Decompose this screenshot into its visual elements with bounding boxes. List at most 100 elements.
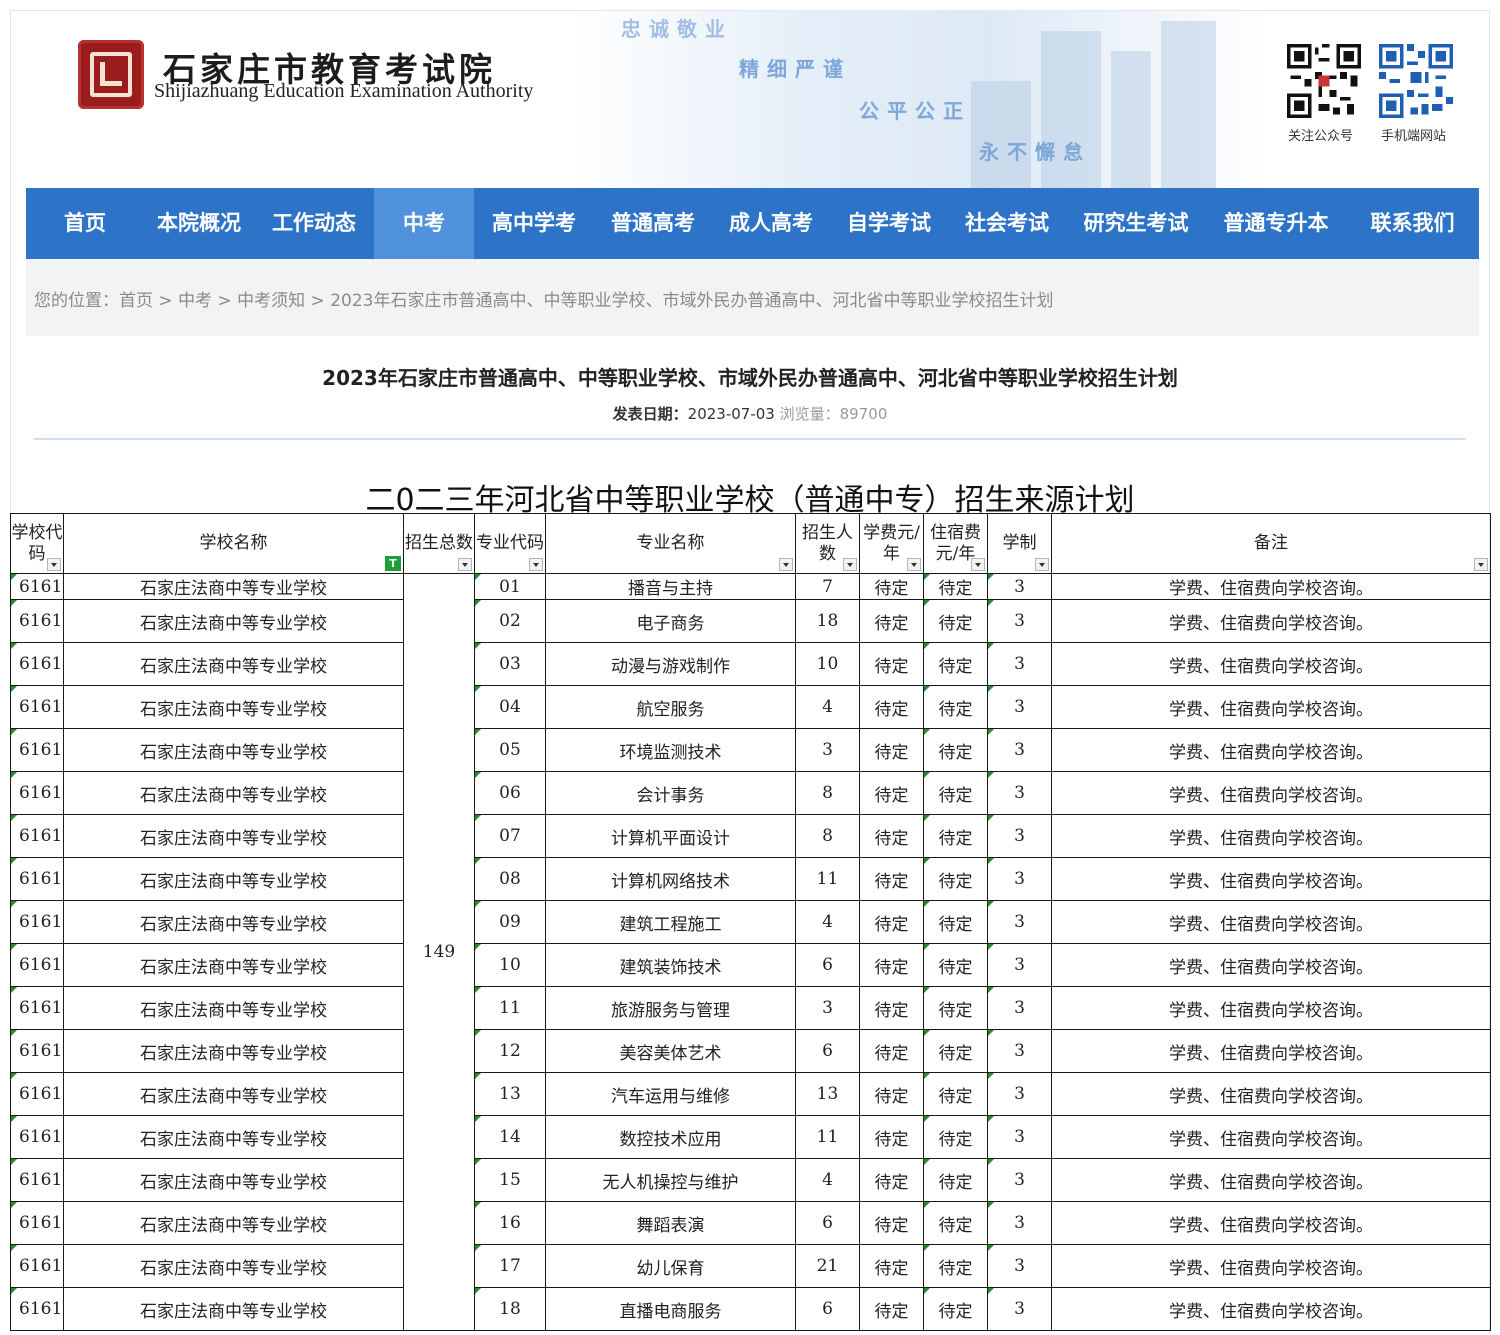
cell-major-code[interactable]: 13: [474, 1072, 546, 1116]
cell-major-name[interactable]: 幼儿保育: [545, 1244, 796, 1288]
cell-school-code[interactable]: 6161: [10, 1115, 64, 1159]
cell-tuition[interactable]: 待定: [859, 1201, 924, 1245]
nav-item-social-exam[interactable]: 社会考试: [948, 188, 1066, 259]
cell-lodging[interactable]: 待定: [923, 599, 988, 643]
cell-school-code[interactable]: 6161: [10, 986, 64, 1030]
cell-major-code[interactable]: 03: [474, 642, 546, 686]
cell-major-code[interactable]: 06: [474, 771, 546, 815]
cell-school-name[interactable]: 石家庄法商中等专业学校: [63, 685, 404, 729]
cell-years[interactable]: 3: [987, 1115, 1052, 1159]
cell-years[interactable]: 3: [987, 943, 1052, 987]
cell-major-code[interactable]: 04: [474, 685, 546, 729]
cell-lodging[interactable]: 待定: [923, 1158, 988, 1202]
cell-school-code[interactable]: 6161: [10, 1029, 64, 1073]
cell-years[interactable]: 3: [987, 814, 1052, 858]
cell-school-name[interactable]: 石家庄法商中等专业学校: [63, 986, 404, 1030]
cell-lodging[interactable]: 待定: [923, 771, 988, 815]
cell-school-code[interactable]: 6161: [10, 771, 64, 815]
breadcrumb-current[interactable]: 2023年石家庄市普通高中、中等职业学校、市域外民办普通高中、河北省中等职业学校…: [330, 291, 1053, 311]
cell-school-code[interactable]: 6161: [10, 1287, 64, 1331]
filter-active-icon[interactable]: T: [385, 556, 401, 571]
cell-major-code[interactable]: 15: [474, 1158, 546, 1202]
cell-tuition[interactable]: 待定: [859, 573, 924, 600]
cell-lodging[interactable]: 待定: [923, 1072, 988, 1116]
nav-item-gaokao[interactable]: 普通高考: [594, 188, 712, 259]
cell-lodging[interactable]: 待定: [923, 1244, 988, 1288]
cell-major-code[interactable]: 08: [474, 857, 546, 901]
cell-count[interactable]: 13: [795, 1072, 860, 1116]
cell-tuition[interactable]: 待定: [859, 1029, 924, 1073]
cell-note[interactable]: 学费、住宿费向学校咨询。: [1051, 814, 1491, 858]
cell-school-name[interactable]: 石家庄法商中等专业学校: [63, 1201, 404, 1245]
cell-count[interactable]: 6: [795, 1287, 860, 1331]
cell-school-code[interactable]: 6161: [10, 728, 64, 772]
cell-school-code[interactable]: 6161: [10, 599, 64, 643]
cell-years[interactable]: 3: [987, 728, 1052, 772]
cell-years[interactable]: 3: [987, 1029, 1052, 1073]
cell-tuition[interactable]: 待定: [859, 642, 924, 686]
nav-item-adult-exam[interactable]: 成人高考: [712, 188, 830, 259]
cell-school-code[interactable]: 6161: [10, 1201, 64, 1245]
cell-note[interactable]: 学费、住宿费向学校咨询。: [1051, 685, 1491, 729]
cell-major-name[interactable]: 电子商务: [545, 599, 796, 643]
cell-count[interactable]: 21: [795, 1244, 860, 1288]
cell-school-code[interactable]: 6161: [10, 1072, 64, 1116]
cell-school-name[interactable]: 石家庄法商中等专业学校: [63, 1029, 404, 1073]
nav-item-graduate[interactable]: 研究生考试: [1066, 188, 1206, 259]
cell-years[interactable]: 3: [987, 642, 1052, 686]
logo-seal-icon[interactable]: [78, 40, 144, 109]
cell-major-code[interactable]: 10: [474, 943, 546, 987]
cell-note[interactable]: 学费、住宿费向学校咨询。: [1051, 1201, 1491, 1245]
filter-dropdown-icon[interactable]: [458, 558, 472, 571]
cell-lodging[interactable]: 待定: [923, 986, 988, 1030]
cell-note[interactable]: 学费、住宿费向学校咨询。: [1051, 986, 1491, 1030]
cell-count[interactable]: 4: [795, 1158, 860, 1202]
cell-major-name[interactable]: 汽车运用与维修: [545, 1072, 796, 1116]
cell-tuition[interactable]: 待定: [859, 1072, 924, 1116]
cell-tuition[interactable]: 待定: [859, 1287, 924, 1331]
cell-school-name[interactable]: 石家庄法商中等专业学校: [63, 599, 404, 643]
cell-total[interactable]: 149: [403, 573, 475, 1331]
cell-major-name[interactable]: 计算机网络技术: [545, 857, 796, 901]
cell-school-name[interactable]: 石家庄法商中等专业学校: [63, 814, 404, 858]
cell-tuition[interactable]: 待定: [859, 599, 924, 643]
cell-tuition[interactable]: 待定: [859, 943, 924, 987]
cell-tuition[interactable]: 待定: [859, 771, 924, 815]
cell-tuition[interactable]: 待定: [859, 900, 924, 944]
cell-major-name[interactable]: 航空服务: [545, 685, 796, 729]
nav-item-about[interactable]: 本院概况: [144, 188, 254, 259]
nav-item-zhongkao[interactable]: 中考: [374, 188, 474, 259]
cell-years[interactable]: 3: [987, 599, 1052, 643]
cell-major-code[interactable]: 01: [474, 573, 546, 600]
cell-note[interactable]: 学费、住宿费向学校咨询。: [1051, 1244, 1491, 1288]
cell-tuition[interactable]: 待定: [859, 1115, 924, 1159]
filter-dropdown-icon[interactable]: [971, 558, 985, 571]
cell-lodging[interactable]: 待定: [923, 573, 988, 600]
cell-school-name[interactable]: 石家庄法商中等专业学校: [63, 900, 404, 944]
cell-note[interactable]: 学费、住宿费向学校咨询。: [1051, 642, 1491, 686]
cell-major-code[interactable]: 07: [474, 814, 546, 858]
cell-years[interactable]: 3: [987, 685, 1052, 729]
cell-school-code[interactable]: 6161: [10, 900, 64, 944]
cell-note[interactable]: 学费、住宿费向学校咨询。: [1051, 1287, 1491, 1331]
filter-dropdown-icon[interactable]: [779, 558, 793, 571]
nav-item-self-study[interactable]: 自学考试: [830, 188, 948, 259]
cell-major-name[interactable]: 动漫与游戏制作: [545, 642, 796, 686]
cell-major-name[interactable]: 会计事务: [545, 771, 796, 815]
cell-lodging[interactable]: 待定: [923, 814, 988, 858]
cell-note[interactable]: 学费、住宿费向学校咨询。: [1051, 573, 1491, 600]
cell-note[interactable]: 学费、住宿费向学校咨询。: [1051, 771, 1491, 815]
cell-count[interactable]: 6: [795, 1029, 860, 1073]
cell-note[interactable]: 学费、住宿费向学校咨询。: [1051, 1158, 1491, 1202]
cell-count[interactable]: 6: [795, 943, 860, 987]
cell-school-name[interactable]: 石家庄法商中等专业学校: [63, 1158, 404, 1202]
cell-note[interactable]: 学费、住宿费向学校咨询。: [1051, 900, 1491, 944]
cell-lodging[interactable]: 待定: [923, 1115, 988, 1159]
cell-major-code[interactable]: 17: [474, 1244, 546, 1288]
cell-count[interactable]: 10: [795, 642, 860, 686]
cell-school-name[interactable]: 石家庄法商中等专业学校: [63, 1115, 404, 1159]
cell-tuition[interactable]: 待定: [859, 857, 924, 901]
cell-school-name[interactable]: 石家庄法商中等专业学校: [63, 573, 404, 600]
cell-count[interactable]: 11: [795, 857, 860, 901]
cell-years[interactable]: 3: [987, 857, 1052, 901]
